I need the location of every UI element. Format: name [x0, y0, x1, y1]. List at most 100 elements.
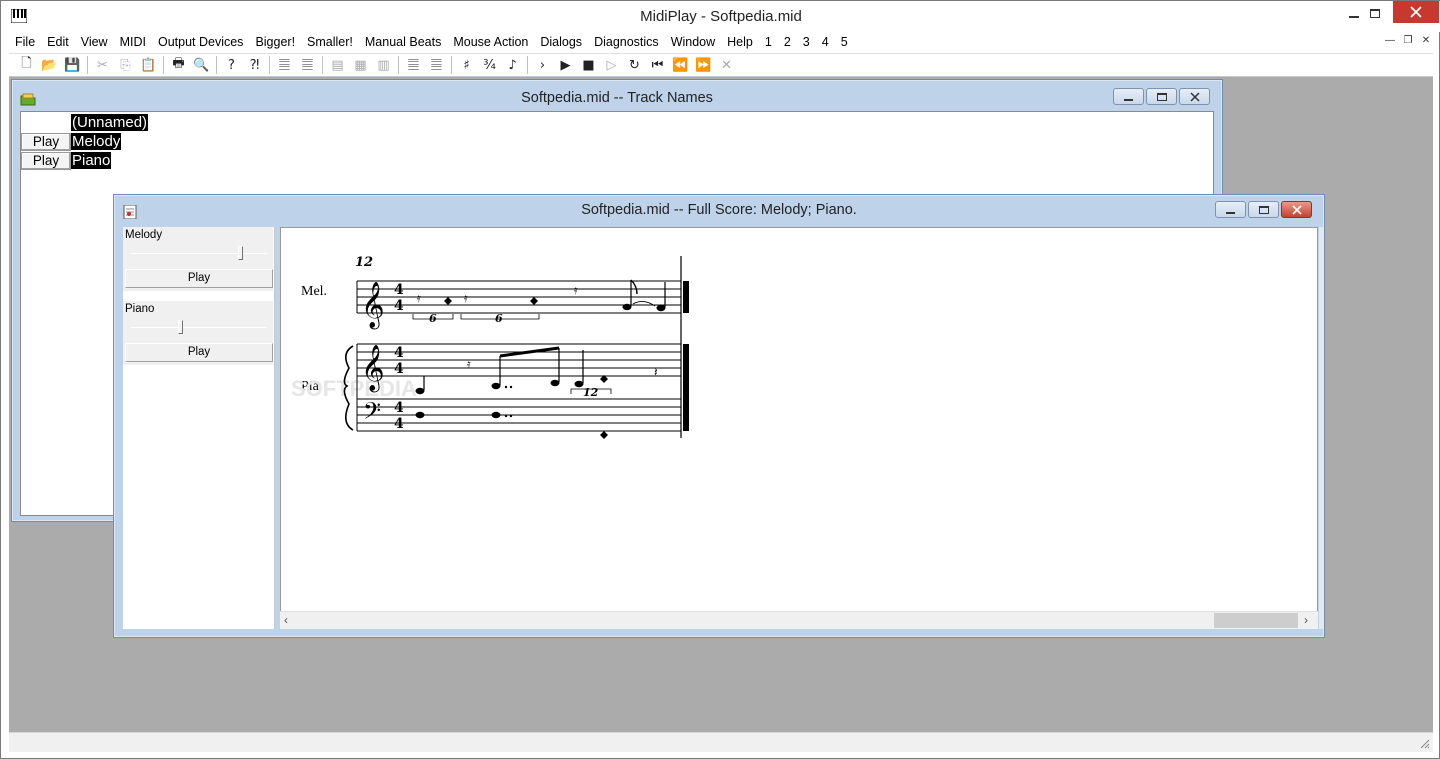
menu-item[interactable]: 5 [835, 33, 854, 52]
paste-icon[interactable]: 📋 [137, 54, 160, 76]
measures-icon[interactable]: 𝄚 [402, 54, 425, 76]
save-icon[interactable]: 💾 [61, 54, 84, 76]
menu-item[interactable]: Edit [41, 33, 75, 52]
full-score-title: Softpedia.mid -- Full Score: Melody; Pia… [581, 202, 857, 218]
toolbar-separator [269, 56, 270, 74]
svg-text:4: 4 [394, 400, 404, 416]
track-window-close-button[interactable] [1179, 88, 1210, 105]
final-barline [683, 281, 689, 313]
loop-icon[interactable]: ↻ [623, 54, 646, 76]
svg-text:𝄽: 𝄽 [654, 365, 658, 379]
menu-item[interactable]: Output Devices [152, 33, 249, 52]
mdi-minimize-icon[interactable]: — [1383, 33, 1397, 47]
time-signature-icon[interactable]: ¾ [478, 54, 501, 76]
cut-icon[interactable]: ✂ [91, 54, 114, 76]
staff-icon[interactable]: ▥ [372, 54, 395, 76]
menu-item[interactable]: 1 [759, 33, 778, 52]
track-view-icon[interactable]: ▤ [326, 54, 349, 76]
channel-piano: Piano Play [123, 301, 273, 365]
track-window-maximize-button[interactable] [1146, 88, 1177, 105]
print-preview-icon[interactable]: 🔍 [190, 54, 213, 76]
menu-item[interactable]: Manual Beats [359, 33, 447, 52]
menu-item[interactable]: Mouse Action [447, 33, 534, 52]
melody-volume-slider[interactable] [131, 253, 267, 254]
fast-forward-icon[interactable]: ⏩ [692, 54, 715, 76]
track-window-controls [1113, 88, 1210, 105]
help-icon[interactable]: ? [220, 54, 243, 76]
svg-text:6: 6 [495, 312, 503, 325]
measure-number: 12 [355, 255, 373, 270]
menu-item[interactable]: Window [665, 33, 721, 52]
toolbar-separator [322, 56, 323, 74]
piano-volume-slider[interactable] [131, 327, 267, 328]
new-file-icon[interactable]: 🗋 [15, 54, 38, 76]
score-edit-icon[interactable]: 𝄚 [296, 54, 319, 76]
staff-lines [356, 256, 682, 438]
menu-item[interactable]: File [9, 33, 41, 52]
music-score: 12 Mel. Pia. SOFTPEDIA 𝄞 𝄞 𝄢 44 44 44 𝄿 … [291, 255, 689, 439]
print-icon[interactable]: 🖶 [167, 54, 190, 76]
score-canvas[interactable]: 12 Mel. Pia. SOFTPEDIA 𝄞 𝄞 𝄢 4 4 4 4 4 4… [280, 227, 1318, 629]
close-icon [1291, 204, 1302, 215]
scroll-left-icon[interactable]: ‹ [284, 613, 288, 627]
treble-clef: 𝄞 [361, 345, 385, 393]
toolbar-separator [216, 56, 217, 74]
maximize-button[interactable] [1363, 1, 1387, 26]
resize-grip-icon[interactable] [1418, 737, 1430, 749]
open-folder-icon[interactable]: 📂 [38, 54, 61, 76]
toolbar-separator [87, 56, 88, 74]
context-help-icon[interactable]: ⁈ [243, 54, 266, 76]
score-window-minimize-button[interactable] [1215, 201, 1246, 218]
stop-icon[interactable]: ■ [577, 54, 600, 76]
menu-item[interactable]: Bigger! [249, 33, 301, 52]
melody-slider-thumb[interactable] [237, 246, 243, 260]
score-horizontal-scrollbar[interactable]: ‹ › [280, 611, 1318, 629]
menu-item[interactable]: 4 [816, 33, 835, 52]
menu-item[interactable]: Dialogs [534, 33, 588, 52]
toolbar-separator [527, 56, 528, 74]
play-icon[interactable]: ▶ [554, 54, 577, 76]
cancel-icon[interactable]: ✕ [715, 54, 738, 76]
svg-text:4: 4 [394, 282, 404, 298]
score-window-close-button[interactable] [1281, 201, 1312, 218]
menu-item[interactable]: Smaller! [301, 33, 359, 52]
scroll-right-icon[interactable]: › [1304, 613, 1308, 627]
menu-item[interactable]: View [75, 33, 114, 52]
mdi-workspace: Softpedia.mid -- Track Names (Unnamed) P… [9, 77, 1433, 732]
play-melody-channel-button[interactable]: Play [125, 269, 273, 288]
play-melody-button[interactable]: Play [21, 132, 71, 151]
track-name[interactable]: Piano [71, 152, 112, 169]
svg-text:6: 6 [429, 312, 437, 325]
close-button[interactable] [1393, 1, 1439, 23]
score-window-maximize-button[interactable] [1248, 201, 1279, 218]
to-start-icon[interactable]: ⏮ [646, 54, 669, 76]
score-vertical-scrollbar[interactable] [1319, 227, 1324, 629]
sharp-icon[interactable]: ♯ [455, 54, 478, 76]
copy-icon[interactable]: ⎘ [114, 54, 137, 76]
staff-label-melody: Mel. [301, 284, 327, 299]
track-window-minimize-button[interactable] [1113, 88, 1144, 105]
pause-icon[interactable]: ▷ [600, 54, 623, 76]
play-piano-button[interactable]: Play [21, 151, 71, 170]
title-bar[interactable]: MidiPlay - Softpedia.mid [1, 1, 1440, 32]
score-view-icon[interactable]: 𝄚 [273, 54, 296, 76]
window-title: MidiPlay - Softpedia.mid [640, 8, 802, 25]
metronome-icon[interactable]: ♪ [501, 54, 524, 76]
menu-item[interactable]: Diagnostics [588, 33, 665, 52]
play-forward-icon[interactable]: › [531, 54, 554, 76]
mdi-restore-icon[interactable]: ❐ [1401, 33, 1415, 47]
play-piano-channel-button[interactable]: Play [125, 343, 273, 362]
scrollbar-thumb[interactable] [1214, 613, 1298, 628]
rewind-icon[interactable]: ⏪ [669, 54, 692, 76]
track-header-name: (Unnamed) [71, 114, 149, 131]
track-name[interactable]: Melody [71, 133, 122, 150]
minimize-icon [1226, 211, 1235, 214]
menu-item[interactable]: 2 [778, 33, 797, 52]
mdi-close-icon[interactable]: ✕ [1419, 33, 1433, 47]
menu-item[interactable]: MIDI [114, 33, 152, 52]
piano-slider-thumb[interactable] [177, 320, 183, 334]
measures-edit-icon[interactable]: 𝄚 [425, 54, 448, 76]
track-edit-icon[interactable]: ▦ [349, 54, 372, 76]
menu-item[interactable]: 3 [797, 33, 816, 52]
menu-item[interactable]: Help [721, 33, 759, 52]
